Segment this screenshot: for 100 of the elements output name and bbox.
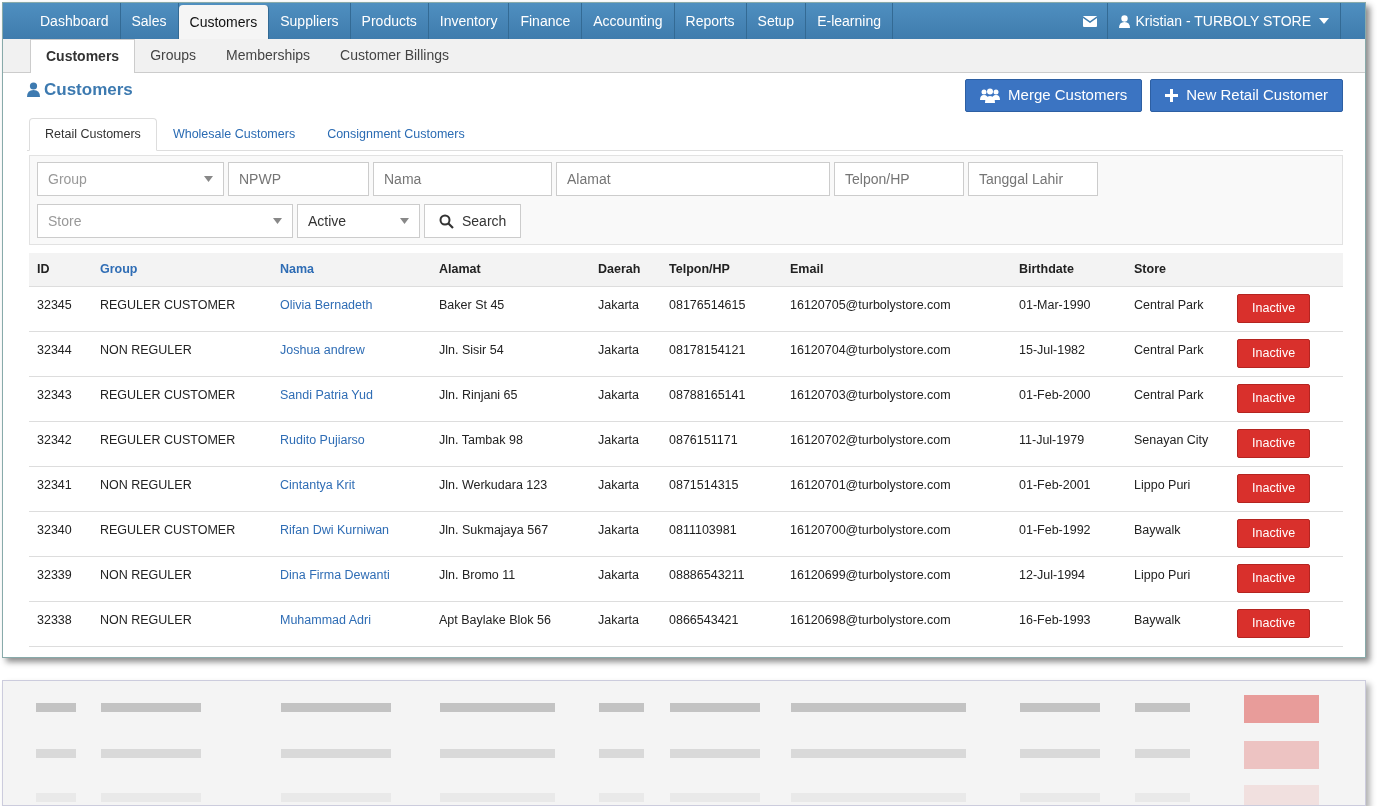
table-cell-text: Lippo Puri [1133, 477, 1192, 495]
customer-type-tab[interactable]: Consignment Customers [311, 117, 481, 151]
table-cell-text: 16120698@turbolystore.com [789, 612, 952, 630]
input-field[interactable]: Nama [373, 162, 552, 197]
table-cell-text: Jln. Rinjani 65 [438, 387, 519, 405]
table-cell-text: Jakarta [597, 477, 640, 495]
column-header: Email [789, 261, 825, 279]
customer-type-tab[interactable]: Retail Customers [29, 117, 157, 152]
input-field[interactable]: Tanggal Lahir [968, 162, 1098, 197]
table-cell-text: 08788165141 [668, 387, 747, 405]
customer-name-link[interactable]: Rifan Dwi Kurniwan [272, 512, 431, 540]
table-cell-text: Jakarta [597, 522, 640, 540]
table-cell-text: NON REGULER [99, 342, 193, 360]
table-cell-text: 0866543421 [668, 612, 740, 630]
customer-name-link[interactable]: Rudito Pujiarso [272, 422, 431, 450]
table-cell-text: Senayan City [1133, 432, 1210, 450]
table-cell-text: NON REGULER [99, 567, 193, 585]
table-cell-text: Baywalk [1133, 612, 1182, 630]
table-cell-text: Jln. Tambak 98 [438, 432, 524, 450]
table-cell-text: 32341 [36, 477, 73, 495]
column-header: Daerah [597, 261, 642, 279]
table-cell-text: Baker St 45 [438, 297, 506, 315]
table-cell-text: 16120699@turbolystore.com [789, 567, 952, 585]
table-cell-text: 12-Jul-1994 [1018, 567, 1086, 585]
plus-icon [1165, 88, 1179, 102]
sub-nav-tab[interactable]: Customer Billings [325, 39, 465, 72]
table-cell-text: Jln. Sukmajaya 567 [438, 522, 550, 540]
customer-name-link[interactable]: Cintantya Krit [272, 467, 431, 495]
table-cell-text: 08886543211 [668, 567, 746, 585]
new-customer-button[interactable]: New Retail Customer [1150, 79, 1343, 112]
table-cell-text: Jln. Werkudara 123 [438, 477, 549, 495]
customer-name-link[interactable]: Olivia Bernadeth [272, 287, 431, 315]
page-title: Customers [44, 79, 133, 101]
table-cell-text: 16120702@turbolystore.com [789, 432, 952, 450]
table-cell-text: 08176514615 [668, 297, 747, 315]
table-cell-text: 11-Jul-1979 [1018, 432, 1086, 450]
column-header: ID [36, 261, 51, 279]
table-cell-text: 0876151171 [668, 432, 739, 450]
table-cell-text: 0871514315 [668, 477, 740, 495]
table-cell-text: 16120705@turbolystore.com [789, 297, 952, 315]
person-icon [27, 82, 40, 98]
merge-customers-button[interactable]: Merge Customers [965, 79, 1143, 112]
customer-name-link[interactable]: Joshua andrew [272, 332, 431, 360]
person-icon [1119, 14, 1131, 28]
table-cell-text: 32344 [36, 342, 73, 360]
table-cell-text: 01-Mar-1990 [1018, 297, 1092, 315]
table-cell-text: Jakarta [597, 297, 640, 315]
table-cell-text: 0811103981 [668, 522, 738, 540]
table-cell-text: Apt Baylake Blok 56 [438, 612, 552, 630]
search-button[interactable]: Search [424, 204, 522, 239]
table-cell-text: 32340 [36, 522, 73, 540]
table-cell-text: REGULER CUSTOMER [99, 297, 237, 315]
table-cell-text: Baywalk [1133, 522, 1182, 540]
table-cell-text: REGULER CUSTOMER [99, 387, 237, 405]
table-cell-text: REGULER CUSTOMER [99, 522, 237, 540]
caret-icon [1319, 18, 1329, 24]
table-cell-text: 16120700@turbolystore.com [789, 522, 952, 540]
table-cell-text: 01-Feb-2001 [1018, 477, 1092, 495]
table-cell-text: 32339 [36, 567, 73, 585]
table-cell-text: 01-Feb-1992 [1018, 522, 1092, 540]
column-header: Alamat [438, 261, 482, 279]
sub-nav-tab[interactable]: Customers [30, 39, 136, 73]
table-cell-text: 32342 [36, 432, 73, 450]
table-cell-text: Jakarta [597, 432, 640, 450]
table-cell-text: 32343 [36, 387, 73, 405]
table-cell-text: NON REGULER [99, 477, 193, 495]
table-cell-text: Lippo Puri [1133, 567, 1192, 585]
table-cell-text: 16120704@turbolystore.com [789, 342, 952, 360]
table-cell-text: 08178154121 [668, 342, 747, 360]
customer-name-link[interactable]: Muhammad Adri [272, 602, 431, 630]
input-field[interactable]: Alamat [556, 162, 830, 197]
table-cell-text: NON REGULER [99, 612, 193, 630]
customer-name-link[interactable]: Dina Firma Dewanti [272, 557, 431, 585]
table-cell-text: Central Park [1133, 342, 1205, 360]
input-field[interactable]: Telpon/HP [834, 162, 964, 197]
table-cell-text: Jln. Bromo 11 [438, 567, 517, 585]
table-cell-text: Jln. Sisir 54 [438, 342, 505, 360]
sort-link[interactable]: Group [92, 260, 272, 280]
sub-nav-tab[interactable]: Memberships [211, 39, 326, 72]
customer-type-tab[interactable]: Wholesale Customers [156, 117, 312, 151]
table-cell-text: 32338 [36, 612, 73, 630]
dropdown-field[interactable]: Active [297, 204, 420, 239]
table-cell-text: Jakarta [597, 567, 640, 585]
table-cell-text: Jakarta [597, 612, 640, 630]
table-cell-text: 16120703@turbolystore.com [789, 387, 952, 405]
table-cell-text: 16-Feb-1993 [1018, 612, 1092, 630]
caret-icon [273, 218, 282, 225]
nav-tab[interactable]: Customers [178, 5, 270, 39]
table-cell-text: 01-Feb-2000 [1018, 387, 1092, 405]
input-field[interactable]: NPWP [228, 162, 369, 197]
dropdown-field[interactable]: Group [37, 162, 224, 197]
customer-name-link[interactable]: Sandi Patria Yud [272, 377, 431, 405]
caret-icon [400, 218, 409, 225]
table-cell-text: 32345 [36, 297, 73, 315]
column-header: Store [1133, 261, 1167, 279]
table-cell-text: Jakarta [597, 342, 640, 360]
table-cell-text: REGULER CUSTOMER [99, 432, 237, 450]
sort-link[interactable]: Nama [272, 260, 431, 280]
sub-nav-tab[interactable]: Groups [135, 39, 212, 72]
dropdown-field[interactable]: Store [37, 204, 293, 239]
